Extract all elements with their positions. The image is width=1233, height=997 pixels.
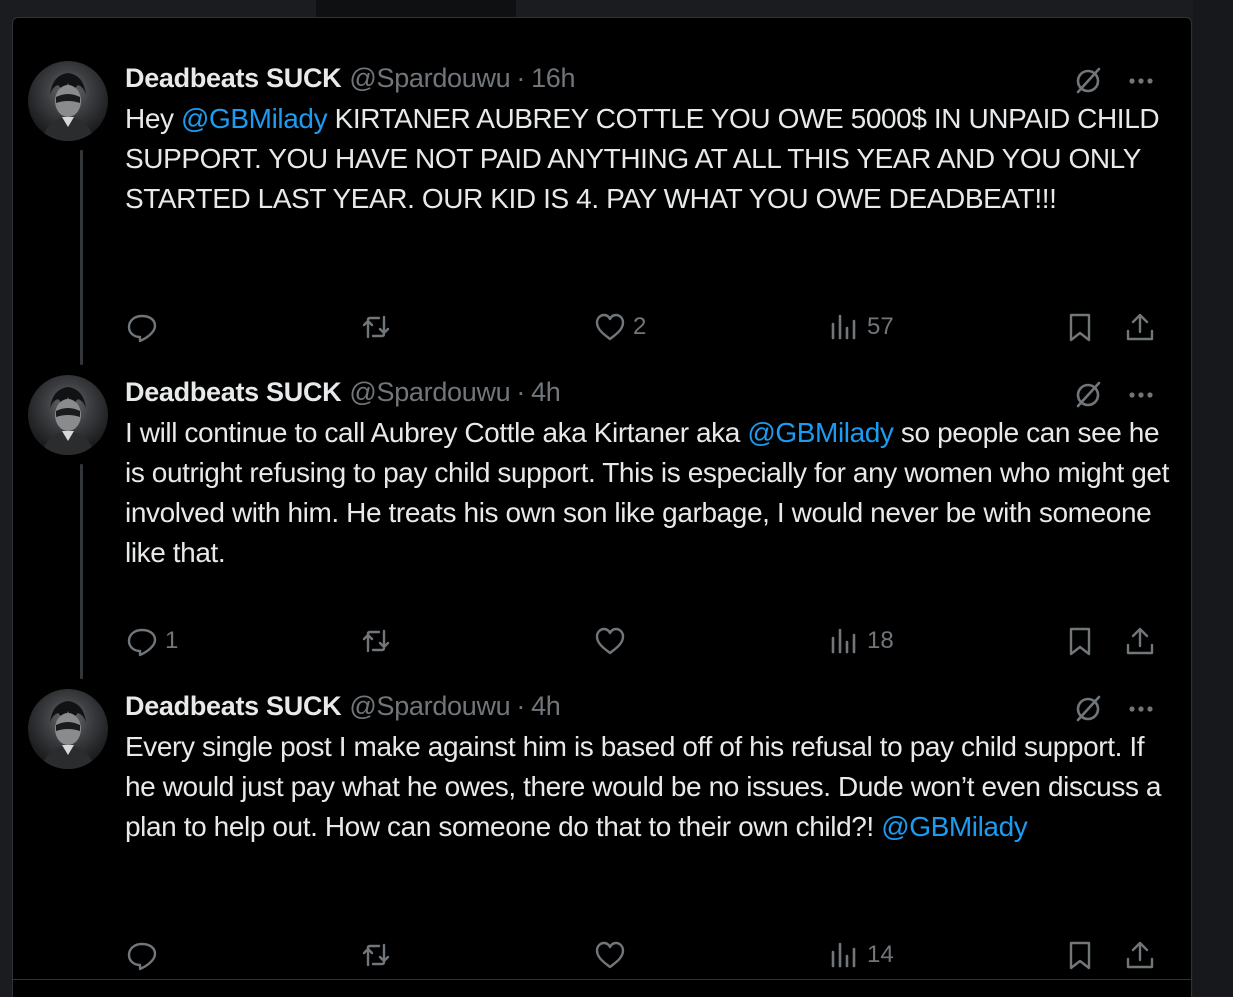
avatar-image: [42, 73, 94, 141]
display-name[interactable]: Deadbeats SUCK: [125, 377, 342, 408]
avatar-image: [42, 387, 94, 455]
bookmark-icon: [1069, 313, 1091, 342]
reply-icon: [127, 314, 157, 343]
tweet-actions: 2 57: [13, 307, 1191, 347]
views-icon: [831, 942, 856, 968]
tweet-text: Every single post I make against him is …: [125, 727, 1175, 847]
browser-tab-area: [316, 0, 516, 17]
mention-link[interactable]: @GBMilady: [747, 417, 894, 448]
tweet-thread: Deadbeats SUCK @Spardouwu · 16h Hey @GBM…: [12, 17, 1192, 997]
mention-link[interactable]: @GBMilady: [181, 103, 328, 134]
view-count: 18: [867, 627, 894, 654]
grok-icon[interactable]: [1071, 691, 1105, 725]
share-icon: [1126, 627, 1154, 655]
reply-count: 1: [165, 627, 179, 654]
tweet-actions: 14: [13, 935, 1191, 975]
view-count: 14: [867, 941, 894, 968]
like-button[interactable]: [593, 621, 633, 661]
user-handle[interactable]: @Spardouwu: [349, 691, 510, 722]
bookmark-button[interactable]: [1063, 935, 1097, 975]
tweet-header: Deadbeats SUCK @Spardouwu · 4h: [125, 689, 561, 723]
tweet[interactable]: Deadbeats SUCK @Spardouwu · 4h I will co…: [13, 375, 1191, 675]
tweet-header: Deadbeats SUCK @Spardouwu · 4h: [125, 375, 561, 409]
tweet-text: Hey @GBMilady KIRTANER AUBREY COTTLE YOU…: [125, 99, 1175, 219]
bookmark-button[interactable]: [1063, 621, 1097, 661]
more-icon[interactable]: [1123, 691, 1159, 725]
user-handle[interactable]: @Spardouwu: [349, 377, 510, 408]
avatar[interactable]: [28, 375, 108, 455]
window-right-strip: [1193, 0, 1233, 996]
retweet-icon: [362, 943, 390, 967]
window-top-strip: [0, 0, 1233, 17]
views-icon: [831, 314, 856, 340]
display-name[interactable]: Deadbeats SUCK: [125, 691, 342, 722]
separator-dot: ·: [516, 690, 526, 721]
heart-icon: [595, 627, 625, 655]
bookmark-button[interactable]: [1063, 307, 1097, 347]
timestamp[interactable]: 4h: [531, 377, 561, 408]
avatar[interactable]: [28, 689, 108, 769]
tweet-text-part: Hey: [125, 103, 181, 134]
more-icon[interactable]: [1123, 377, 1159, 411]
divider: [13, 979, 1191, 980]
views-button[interactable]: 14: [827, 935, 894, 975]
bookmark-icon: [1069, 941, 1091, 970]
share-icon: [1126, 941, 1154, 969]
reply-button[interactable]: 1: [125, 621, 178, 661]
reply-icon: [127, 942, 157, 971]
heart-icon: [595, 313, 625, 341]
tweet-actions: 1 18: [13, 621, 1191, 661]
share-icon: [1126, 313, 1154, 341]
tweet-text: I will continue to call Aubrey Cottle ak…: [125, 413, 1175, 573]
reply-icon: [127, 628, 157, 657]
share-button[interactable]: [1123, 621, 1157, 661]
bookmark-icon: [1069, 627, 1091, 656]
grok-icon[interactable]: [1071, 377, 1105, 411]
retweet-icon: [362, 315, 390, 339]
like-button[interactable]: 2: [593, 307, 646, 347]
grok-icon[interactable]: [1071, 63, 1105, 97]
retweet-icon: [362, 629, 390, 653]
separator-dot: ·: [516, 376, 526, 407]
views-icon: [831, 628, 856, 654]
retweet-button[interactable]: [359, 621, 399, 661]
share-button[interactable]: [1123, 935, 1157, 975]
timestamp[interactable]: 4h: [531, 691, 561, 722]
avatar-image: [42, 701, 94, 769]
separator-dot: ·: [516, 62, 526, 93]
tweet[interactable]: Deadbeats SUCK @Spardouwu · 4h Every sin…: [13, 689, 1191, 989]
more-icon[interactable]: [1123, 63, 1159, 97]
display-name[interactable]: Deadbeats SUCK: [125, 63, 342, 94]
like-count: 2: [633, 313, 647, 340]
avatar[interactable]: [28, 61, 108, 141]
heart-icon: [595, 941, 625, 969]
views-button[interactable]: 57: [827, 307, 894, 347]
mention-link[interactable]: @GBMilady: [881, 811, 1028, 842]
tweet[interactable]: Deadbeats SUCK @Spardouwu · 16h Hey @GBM…: [13, 61, 1191, 361]
retweet-button[interactable]: [359, 307, 399, 347]
retweet-button[interactable]: [359, 935, 399, 975]
view-count: 57: [867, 313, 894, 340]
timestamp[interactable]: 16h: [531, 63, 575, 94]
reply-button[interactable]: [125, 307, 165, 347]
tweet-header: Deadbeats SUCK @Spardouwu · 16h: [125, 61, 576, 95]
tweet-text-part: I will continue to call Aubrey Cottle ak…: [125, 417, 748, 448]
share-button[interactable]: [1123, 307, 1157, 347]
like-button[interactable]: [593, 935, 633, 975]
views-button[interactable]: 18: [827, 621, 894, 661]
reply-button[interactable]: [125, 935, 165, 975]
user-handle[interactable]: @Spardouwu: [349, 63, 510, 94]
